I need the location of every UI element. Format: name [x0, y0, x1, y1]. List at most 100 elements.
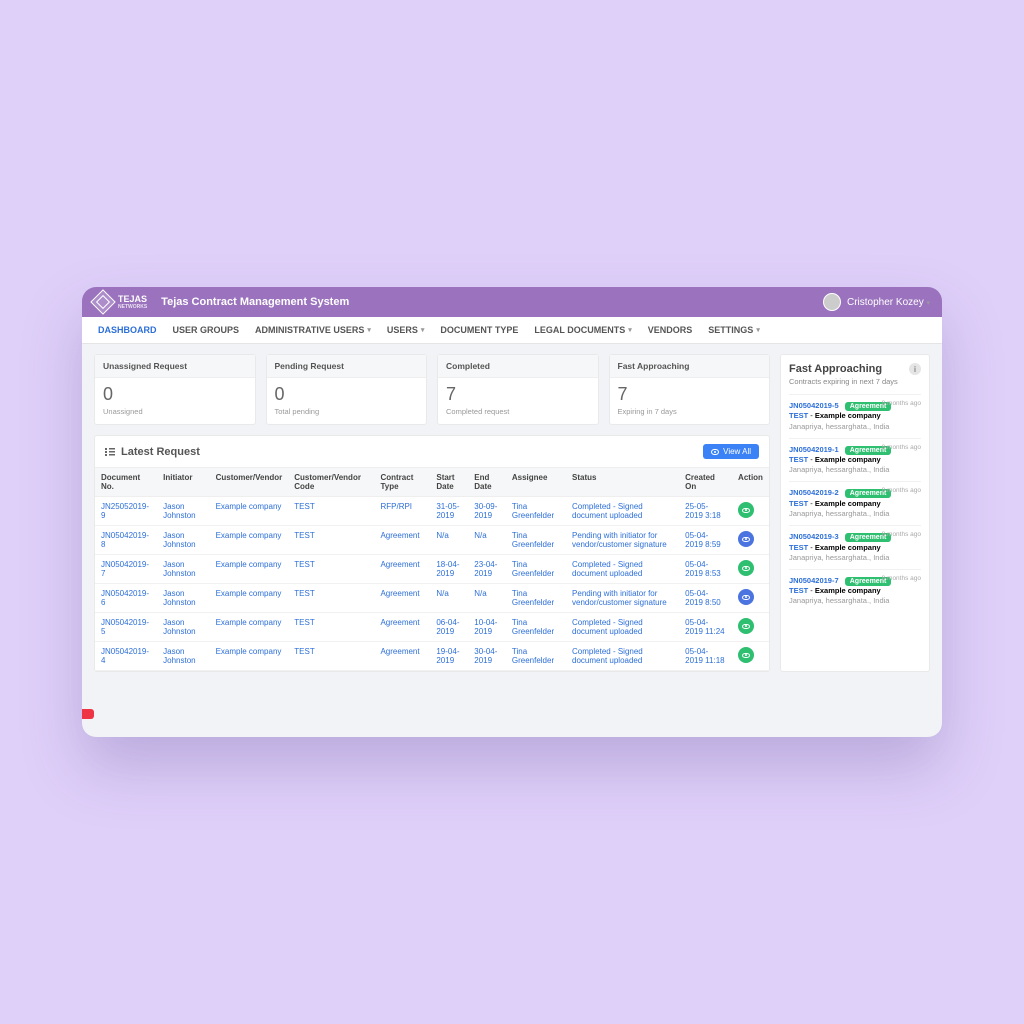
nav-settings[interactable]: SETTINGS▾ — [708, 325, 760, 335]
doc-link[interactable]: JN05042019-6 — [101, 589, 149, 607]
fa-doc-link[interactable]: JN05042019-7 — [789, 576, 839, 585]
initiator-link[interactable]: Jason Johnston — [163, 589, 195, 607]
initiator-link[interactable]: Jason Johnston — [163, 618, 195, 636]
initiator-link[interactable]: Jason Johnston — [163, 502, 195, 520]
created-on: 05-04-2019 8:53 — [685, 560, 721, 578]
vendor-link[interactable]: Example company — [216, 531, 282, 540]
fa-doc-link[interactable]: JN05042019-5 — [789, 401, 839, 410]
status-text: Pending with initiator for vendor/custom… — [572, 531, 667, 549]
initiator-link[interactable]: Jason Johnston — [163, 560, 195, 578]
initiator-link[interactable]: Jason Johnston — [163, 531, 195, 549]
logo-icon — [90, 289, 115, 314]
row-action-button[interactable] — [738, 531, 754, 547]
nav-dashboard[interactable]: DASHBOARD — [98, 325, 157, 335]
table-row: JN05042019-5 Jason Johnston Example comp… — [95, 613, 769, 642]
stat-subtitle: Unassigned — [103, 407, 247, 416]
end-date: N/a — [474, 589, 486, 598]
assignee-link[interactable]: Tina Greenfelder — [512, 502, 554, 520]
contract-type: Agreement — [380, 531, 419, 540]
doc-link[interactable]: JN25052019-9 — [101, 502, 149, 520]
chevron-down-icon: ▾ — [628, 326, 632, 334]
fast-approaching-item[interactable]: JN05042019-7 Agreement 8 months ago TEST… — [789, 569, 921, 613]
stat-subtitle: Completed request — [446, 407, 590, 416]
assignee-link[interactable]: Tina Greenfelder — [512, 560, 554, 578]
created-on: 05-04-2019 11:24 — [685, 618, 724, 636]
fa-doc-link[interactable]: JN05042019-1 — [789, 445, 839, 454]
assignee-link[interactable]: Tina Greenfelder — [512, 531, 554, 549]
nav-users[interactable]: USERS▾ — [387, 325, 425, 335]
doc-link[interactable]: JN05042019-8 — [101, 531, 149, 549]
end-date: 10-04-2019 — [474, 618, 497, 636]
assignee-link[interactable]: Tina Greenfelder — [512, 589, 554, 607]
fa-location: Janapriya, hessarghata., India — [789, 553, 921, 563]
avatar[interactable] — [823, 293, 841, 311]
stat-card: Fast Approaching 7 Expiring in 7 days — [609, 354, 771, 425]
vendor-link[interactable]: Example company — [216, 647, 282, 656]
stat-card: Pending Request 0 Total pending — [266, 354, 428, 425]
nav-vendors[interactable]: VENDORS — [648, 325, 693, 335]
list-icon — [105, 448, 115, 456]
column-header: End Date — [468, 468, 506, 497]
initiator-link[interactable]: Jason Johnston — [163, 647, 195, 665]
row-action-button[interactable] — [738, 618, 754, 634]
fa-doc-link[interactable]: JN05042019-3 — [789, 532, 839, 541]
fast-approaching-item[interactable]: JN05042019-3 Agreement 8 months ago TEST… — [789, 525, 921, 569]
info-icon[interactable]: i — [909, 363, 921, 375]
fast-approaching-item[interactable]: JN05042019-2 Agreement 8 months ago TEST… — [789, 481, 921, 525]
fast-approaching-item[interactable]: JN05042019-1 Agreement 8 months ago TEST… — [789, 438, 921, 482]
feedback-tab[interactable] — [82, 709, 94, 719]
assignee-link[interactable]: Tina Greenfelder — [512, 647, 554, 665]
code-link[interactable]: TEST — [294, 560, 314, 569]
nav-administrative-users[interactable]: ADMINISTRATIVE USERS▾ — [255, 325, 371, 335]
doc-link[interactable]: JN05042019-7 — [101, 560, 149, 578]
user-menu[interactable]: Cristopher Kozey ▾ — [847, 297, 930, 308]
doc-link[interactable]: JN05042019-5 — [101, 618, 149, 636]
eye-icon — [742, 653, 750, 658]
column-header: Customer/Vendor Code — [288, 468, 374, 497]
brand-sub: NETWORKS — [118, 304, 147, 310]
stat-value: 0 — [275, 384, 419, 405]
vendor-link[interactable]: Example company — [216, 560, 282, 569]
chevron-down-icon: ▾ — [756, 326, 760, 334]
code-link[interactable]: TEST — [294, 531, 314, 540]
vendor-link[interactable]: Example company — [216, 618, 282, 627]
column-header: Status — [566, 468, 679, 497]
contract-type: Agreement — [380, 647, 419, 656]
fa-time: 8 months ago — [882, 487, 921, 496]
contract-type: Agreement — [380, 560, 419, 569]
fa-time: 8 months ago — [882, 575, 921, 584]
code-link[interactable]: TEST — [294, 589, 314, 598]
top-bar: TEJAS NETWORKS Tejas Contract Management… — [82, 287, 942, 317]
stat-card: Unassigned Request 0 Unassigned — [94, 354, 256, 425]
fa-doc-link[interactable]: JN05042019-2 — [789, 488, 839, 497]
assignee-link[interactable]: Tina Greenfelder — [512, 618, 554, 636]
column-header: Action — [732, 468, 769, 497]
row-action-button[interactable] — [738, 589, 754, 605]
view-all-button[interactable]: View All — [703, 444, 759, 459]
nav-document-type[interactable]: DOCUMENT TYPE — [440, 325, 518, 335]
code-link[interactable]: TEST — [294, 618, 314, 627]
code-link[interactable]: TEST — [294, 647, 314, 656]
column-header: Initiator — [157, 468, 209, 497]
stat-title: Unassigned Request — [95, 355, 255, 378]
table-row: JN05042019-7 Jason Johnston Example comp… — [95, 555, 769, 584]
fast-approaching-item[interactable]: JN05042019-5 Agreement 8 months ago TEST… — [789, 394, 921, 438]
vendor-link[interactable]: Example company — [216, 502, 282, 511]
nav-user-groups[interactable]: USER GROUPS — [173, 325, 240, 335]
nav-legal-documents[interactable]: LEGAL DOCUMENTS▾ — [534, 325, 631, 335]
stats-row: Unassigned Request 0 UnassignedPending R… — [94, 354, 770, 425]
status-text: Pending with initiator for vendor/custom… — [572, 589, 667, 607]
vendor-link[interactable]: Example company — [216, 589, 282, 598]
end-date: N/a — [474, 531, 486, 540]
end-date: 30-04-2019 — [474, 647, 497, 665]
code-link[interactable]: TEST — [294, 502, 314, 511]
column-header: Created On — [679, 468, 732, 497]
row-action-button[interactable] — [738, 647, 754, 663]
latest-request-title: Latest Request — [121, 446, 200, 458]
row-action-button[interactable] — [738, 560, 754, 576]
column-header: Customer/Vendor — [210, 468, 289, 497]
created-on: 05-04-2019 11:18 — [685, 647, 724, 665]
row-action-button[interactable] — [738, 502, 754, 518]
doc-link[interactable]: JN05042019-4 — [101, 647, 149, 665]
chevron-down-icon: ▾ — [367, 326, 371, 334]
